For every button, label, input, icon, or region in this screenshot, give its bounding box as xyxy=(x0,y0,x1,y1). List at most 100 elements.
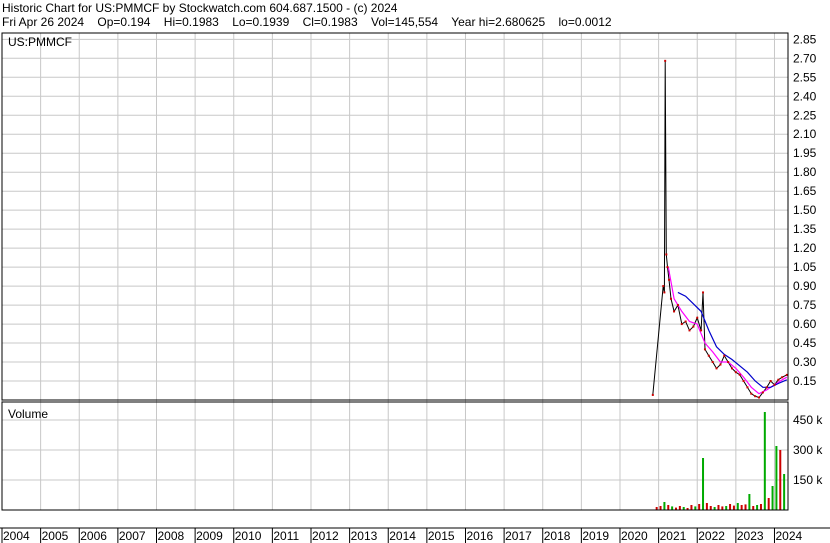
x-tick-label: 2008 xyxy=(157,529,184,543)
price-point xyxy=(692,325,695,328)
volume-bar xyxy=(732,505,735,510)
volume-bar xyxy=(663,502,666,510)
volume-bar xyxy=(729,504,732,510)
x-tick-label: 2005 xyxy=(42,529,69,543)
x-tick-label: 2017 xyxy=(505,529,532,543)
volume-bar xyxy=(702,458,705,510)
y-tick-label: 2.25 xyxy=(793,108,817,122)
y-tick-label: 1.65 xyxy=(793,184,817,198)
price-point xyxy=(754,395,757,398)
price-point xyxy=(769,380,772,383)
x-tick-label: 2015 xyxy=(428,529,455,543)
price-point xyxy=(703,348,706,351)
volume-bar xyxy=(694,506,697,510)
price-point xyxy=(761,391,764,394)
volume-bar xyxy=(721,506,724,510)
price-point xyxy=(746,386,749,389)
volume-panel-frame xyxy=(1,401,789,511)
price-point xyxy=(750,392,753,395)
price-point xyxy=(666,266,669,269)
price-point xyxy=(730,367,733,370)
volume-bar xyxy=(744,504,747,510)
y-tick-label: 0.60 xyxy=(793,317,817,331)
volume-bar xyxy=(779,450,782,510)
y-tick-label: 0.15 xyxy=(793,374,817,388)
price-point xyxy=(663,291,666,294)
price-point xyxy=(719,363,722,366)
volume-bar xyxy=(763,412,766,510)
price-point xyxy=(758,396,761,399)
x-tick-label: 2011 xyxy=(273,529,299,543)
volume-tick-label: 300 k xyxy=(793,443,823,457)
x-tick-label: 2006 xyxy=(80,529,107,543)
price-point xyxy=(711,361,714,364)
volume-bars xyxy=(655,412,786,510)
stock-chart: 2004 2005 2006 2007 2008 2009 2010 2011 2012 2013… xyxy=(0,32,830,543)
y-tick-label: 0.30 xyxy=(793,355,817,369)
x-tick-label: 2012 xyxy=(312,529,339,543)
y-tick-label: 2.40 xyxy=(793,89,817,103)
volume-tick-label: 450 k xyxy=(793,413,823,427)
x-tick-label: 2004 xyxy=(3,529,30,543)
y-tick-label: 0.90 xyxy=(793,279,817,293)
price-point xyxy=(684,320,687,323)
volume-tick-label: 150 k xyxy=(793,473,823,487)
volume-bar xyxy=(736,503,739,510)
price-point xyxy=(696,316,699,319)
volume-bar xyxy=(667,505,670,510)
price-point xyxy=(738,373,741,376)
price-point xyxy=(664,59,667,62)
price-point xyxy=(723,354,726,357)
volume-bar xyxy=(740,505,743,510)
price-point xyxy=(702,291,705,294)
volume-bar xyxy=(659,506,662,510)
price-point xyxy=(727,361,730,364)
volume-bar xyxy=(725,506,728,510)
y-tick-label: 2.70 xyxy=(793,51,817,65)
y-tick-label: 2.10 xyxy=(793,127,817,141)
price-point xyxy=(765,386,768,389)
y-tick-label: 1.95 xyxy=(793,146,817,160)
price-point xyxy=(680,323,683,326)
x-tick-label: 2021 xyxy=(660,529,687,543)
price-point xyxy=(651,393,654,396)
price-point xyxy=(773,383,776,386)
price-point xyxy=(742,380,745,383)
volume-bar xyxy=(671,506,674,510)
price-point xyxy=(673,310,676,313)
volume-bar xyxy=(698,504,701,510)
y-tick-label: 1.50 xyxy=(793,203,817,217)
volume-bar xyxy=(783,474,786,510)
volume-bar xyxy=(709,506,712,510)
x-tick-label: 2020 xyxy=(621,529,648,543)
x-tick-label: 2013 xyxy=(351,529,378,543)
price-point xyxy=(781,376,784,379)
volume-bar xyxy=(752,506,755,510)
volume-bar xyxy=(678,506,681,510)
ma-long-line xyxy=(677,291,788,388)
grid xyxy=(1,33,788,510)
price-point xyxy=(676,304,679,307)
y-tick-label: 0.45 xyxy=(793,336,817,350)
x-tick-label: 2014 xyxy=(389,529,416,543)
price-point xyxy=(734,371,737,374)
price-point xyxy=(662,285,665,288)
x-tick-label: 2009 xyxy=(196,529,223,543)
volume-bar xyxy=(771,486,774,510)
price-point xyxy=(665,253,668,256)
price-point xyxy=(688,329,691,332)
y-tick-label: 1.80 xyxy=(793,165,817,179)
x-tick-label: 2024 xyxy=(775,529,802,543)
volume-bar xyxy=(717,505,720,510)
x-tick-label: 2023 xyxy=(737,529,764,543)
volume-label: Volume xyxy=(8,407,48,421)
y-tick-label: 1.35 xyxy=(793,222,817,236)
price-point xyxy=(700,329,703,332)
price-point xyxy=(668,278,671,281)
volume-bar xyxy=(759,504,762,510)
volume-bar xyxy=(756,505,759,510)
x-tick-label: 2007 xyxy=(119,529,146,543)
symbol-label: US:PMMCF xyxy=(8,35,72,49)
volume-bar xyxy=(705,503,708,510)
x-tick-label: 2010 xyxy=(235,529,262,543)
